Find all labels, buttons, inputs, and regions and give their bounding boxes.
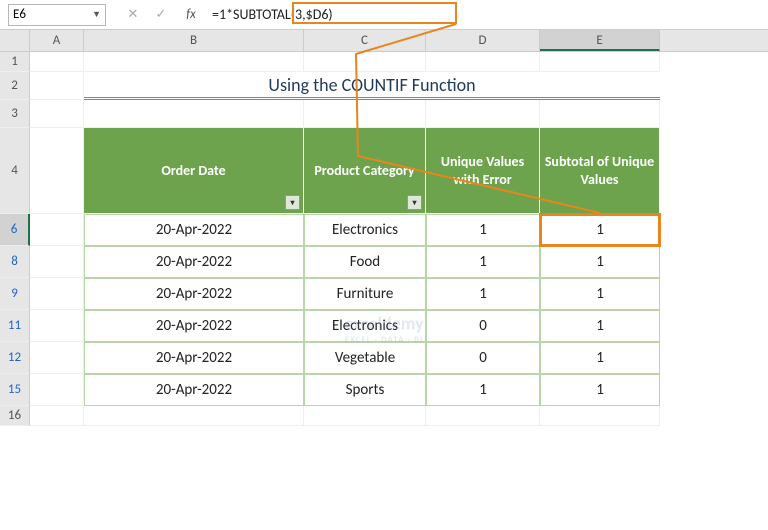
cell-A11[interactable] — [30, 310, 84, 342]
name-box-value: E6 — [13, 7, 92, 22]
filter-icon-category[interactable]: ▾ — [407, 195, 422, 210]
row-header-15[interactable]: 15 — [0, 374, 30, 406]
cell-D8[interactable]: 1 — [426, 246, 540, 278]
cell-B15[interactable]: 20-Apr-2022 — [84, 374, 304, 406]
cell-D1[interactable] — [426, 52, 540, 72]
cell-B12[interactable]: 20-Apr-2022 — [84, 342, 304, 374]
formula-bar-icons: ✕ ✓ fx — [126, 7, 198, 22]
cell-E15[interactable]: 1 — [540, 374, 660, 406]
cell-B11[interactable]: 20-Apr-2022 — [84, 310, 304, 342]
cell-C3[interactable] — [304, 100, 426, 128]
row-header-6[interactable]: 6 — [0, 214, 30, 246]
cells-area: Using the COUNTIF Function Order Date ▾ … — [30, 52, 660, 426]
cell-A2[interactable] — [30, 72, 84, 100]
cell-B8[interactable]: 20-Apr-2022 — [84, 246, 304, 278]
header-category-label: Product Category — [314, 162, 414, 180]
col-header-C[interactable]: C — [304, 30, 426, 51]
row-header-16[interactable]: 16 — [0, 406, 30, 426]
cell-E11[interactable]: 1 — [540, 310, 660, 342]
cancel-icon[interactable]: ✕ — [126, 7, 140, 22]
col-header-E[interactable]: E — [540, 30, 660, 51]
column-headers: A B C D E — [0, 30, 768, 52]
cell-C15[interactable]: Sports — [304, 374, 426, 406]
cell-E16[interactable] — [540, 406, 660, 426]
row-header-1[interactable]: 1 — [0, 52, 30, 72]
cell-A16[interactable] — [30, 406, 84, 426]
cell-E12[interactable]: 1 — [540, 342, 660, 374]
row-header-11[interactable]: 11 — [0, 310, 30, 342]
cell-E9[interactable]: 1 — [540, 278, 660, 310]
header-order-date[interactable]: Order Date ▾ — [84, 128, 304, 214]
name-box-dropdown-icon[interactable]: ▼ — [92, 9, 101, 20]
grid-body: 1 2 3 4 6 8 9 11 12 15 16 U — [0, 52, 768, 426]
cell-B6[interactable]: 20-Apr-2022 — [84, 214, 304, 246]
cell-E6[interactable]: 1 — [540, 214, 660, 246]
cell-B16[interactable] — [84, 406, 304, 426]
cell-C16[interactable] — [304, 406, 426, 426]
cell-A9[interactable] — [30, 278, 84, 310]
row-header-8[interactable]: 8 — [0, 246, 30, 278]
cell-E1[interactable] — [540, 52, 660, 72]
cell-D16[interactable] — [426, 406, 540, 426]
select-all-corner[interactable] — [0, 30, 30, 51]
enter-icon[interactable]: ✓ — [154, 7, 168, 22]
row-headers: 1 2 3 4 6 8 9 11 12 15 16 — [0, 52, 30, 426]
cell-A8[interactable] — [30, 246, 84, 278]
cell-B9[interactable]: 20-Apr-2022 — [84, 278, 304, 310]
cell-B1[interactable] — [84, 52, 304, 72]
formula-bar: E6 ▼ ✕ ✓ fx =1*SUBTOTAL(3,$D6) — [0, 0, 768, 30]
cell-A1[interactable] — [30, 52, 84, 72]
cell-C12[interactable]: Vegetable — [304, 342, 426, 374]
cell-D3[interactable] — [426, 100, 540, 128]
cell-A4[interactable] — [30, 128, 84, 214]
spreadsheet: A B C D E 1 2 3 4 6 8 9 11 12 15 16 — [0, 30, 768, 426]
formula-input[interactable]: =1*SUBTOTAL(3,$D6) — [208, 4, 768, 25]
row-header-4[interactable]: 4 — [0, 128, 30, 214]
filter-icon-order-date[interactable]: ▾ — [285, 195, 300, 210]
cell-A15[interactable] — [30, 374, 84, 406]
col-header-A[interactable]: A — [30, 30, 84, 51]
cell-A6[interactable] — [30, 214, 84, 246]
cell-D11[interactable]: 0 — [426, 310, 540, 342]
row-header-3[interactable]: 3 — [0, 100, 30, 128]
header-subtotal[interactable]: Subtotal of Unique Values — [540, 128, 660, 214]
header-category[interactable]: Product Category ▾ — [304, 128, 426, 214]
page-title[interactable]: Using the COUNTIF Function — [84, 72, 660, 100]
cell-D6[interactable]: 1 — [426, 214, 540, 246]
cell-C8[interactable]: Food — [304, 246, 426, 278]
cell-C1[interactable] — [304, 52, 426, 72]
cell-A12[interactable] — [30, 342, 84, 374]
col-header-B[interactable]: B — [84, 30, 304, 51]
row-header-2[interactable]: 2 — [0, 72, 30, 100]
header-order-date-label: Order Date — [161, 162, 225, 180]
col-header-D[interactable]: D — [426, 30, 540, 51]
cell-C11[interactable]: Electronics — [304, 310, 426, 342]
cell-E3[interactable] — [540, 100, 660, 128]
cell-A3[interactable] — [30, 100, 84, 128]
row-header-12[interactable]: 12 — [0, 342, 30, 374]
cell-B3[interactable] — [84, 100, 304, 128]
cell-C6[interactable]: Electronics — [304, 214, 426, 246]
cell-E8[interactable]: 1 — [540, 246, 660, 278]
name-box[interactable]: E6 ▼ — [8, 4, 106, 26]
cell-D15[interactable]: 1 — [426, 374, 540, 406]
row-header-9[interactable]: 9 — [0, 278, 30, 310]
header-unique-err[interactable]: Unique Values with Error — [426, 128, 540, 214]
cell-D12[interactable]: 0 — [426, 342, 540, 374]
cell-D9[interactable]: 1 — [426, 278, 540, 310]
cell-C9[interactable]: Furniture — [304, 278, 426, 310]
fx-icon[interactable]: fx — [184, 7, 198, 22]
